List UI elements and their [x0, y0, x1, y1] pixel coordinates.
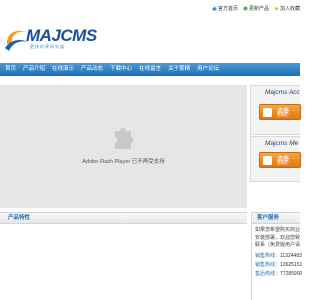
top-links: 官方首页 更新产品 加入收藏 [212, 5, 300, 12]
toplink-update[interactable]: 更新产品 [243, 5, 269, 12]
contact-value[interactable]: 11324483 [280, 253, 302, 259]
features-title: 产品特性 [8, 215, 31, 221]
nav-item-forum[interactable]: 用户论坛 [197, 63, 219, 76]
contact-label: 销售热线： [255, 252, 281, 259]
service-title: 客户服务 [257, 215, 280, 221]
nav-item-demo[interactable]: 在线演示 [52, 63, 74, 76]
side-banner-mssql[interactable]: Majcms Me 点击 安装包 [250, 136, 301, 182]
nav-item-home[interactable]: 首页 [5, 63, 16, 76]
contact-list: 销售热线：11324483 销售热线：13625151 售后热线：7728590… [252, 252, 302, 279]
plugin-puzzle-icon [115, 128, 134, 149]
contact-value[interactable]: 77285900 [280, 271, 302, 277]
features-box-header: 产品特性 [0, 213, 247, 224]
contact-label: 销售热线： [255, 261, 281, 268]
side-banner-access[interactable]: Majcms Acc 点击 安装包 [250, 85, 301, 135]
side-banner-access-button-sub: 安装包 [277, 113, 288, 117]
site-logo[interactable]: MAJCMS 更快的建网利器 [4, 24, 97, 54]
nav-item-download[interactable]: 下载中心 [110, 63, 132, 76]
flash-unsupported-message: Adobe Flash Player 已不再受支持 [82, 159, 165, 165]
contact-row: 售后热线：77285900 [255, 270, 302, 279]
nav-item-about[interactable]: 关于雾精 [168, 63, 190, 76]
nav-item-guestbook[interactable]: 在线留言 [139, 63, 161, 76]
toplink-update-label: 更新产品 [248, 6, 269, 12]
home-icon [212, 6, 217, 11]
brand-name: MAJCMS [26, 26, 97, 45]
service-line: 安装部署，欢迎您致 [255, 234, 301, 241]
site-header: MAJCMS 更快的建网利器 官方首页 更新产品 加入收藏 [0, 0, 300, 62]
nav-item-news[interactable]: 产品动态 [81, 63, 103, 76]
side-banner-mssql-button-sub: 安装包 [277, 161, 288, 165]
toplink-home[interactable]: 官方首页 [212, 5, 238, 12]
contact-label: 售后热线： [255, 270, 281, 277]
side-banner-mssql-title: Majcms Me [265, 140, 299, 147]
toplink-home-label: 官方首页 [217, 6, 238, 12]
contact-value[interactable]: 13625151 [280, 262, 302, 268]
star-icon [274, 6, 279, 11]
contact-row: 销售热线：11324483 [255, 252, 302, 261]
main-nav: 首页 产品介绍 在线演示 产品动态 下载中心 在线留言 关于雾精 用户论坛 [0, 63, 300, 76]
service-line: 联系（免费版用户请 [255, 242, 301, 248]
contact-row: 销售热线：13625151 [255, 261, 302, 270]
side-banner-mssql-button[interactable]: 点击 安装包 [259, 152, 301, 168]
side-banner-access-title: Majcms Acc [265, 89, 300, 96]
features-box: 产品特性 [0, 212, 247, 300]
toplink-favorite-label: 加入收藏 [279, 6, 300, 12]
download-icon [263, 156, 272, 165]
service-description: 如果您希望购买商业 安装部署，欢迎您致 联系（免费版用户请 [252, 224, 300, 250]
service-line: 如果您希望购买商业 [255, 227, 301, 233]
flash-banner: Adobe Flash Player 已不再受支持 [0, 85, 247, 208]
brand-tagline: 更快的建网利器 [30, 44, 65, 49]
download-icon [263, 108, 272, 117]
side-banner-access-button[interactable]: 点击 安装包 [259, 104, 301, 120]
refresh-icon [243, 6, 248, 11]
service-box: 客户服务 如果您希望购买商业 安装部署，欢迎您致 联系（免费版用户请 销售热线：… [251, 212, 302, 300]
nav-item-products[interactable]: 产品介绍 [23, 63, 45, 76]
service-box-header: 客户服务 [252, 213, 300, 224]
toplink-favorite[interactable]: 加入收藏 [274, 5, 300, 12]
